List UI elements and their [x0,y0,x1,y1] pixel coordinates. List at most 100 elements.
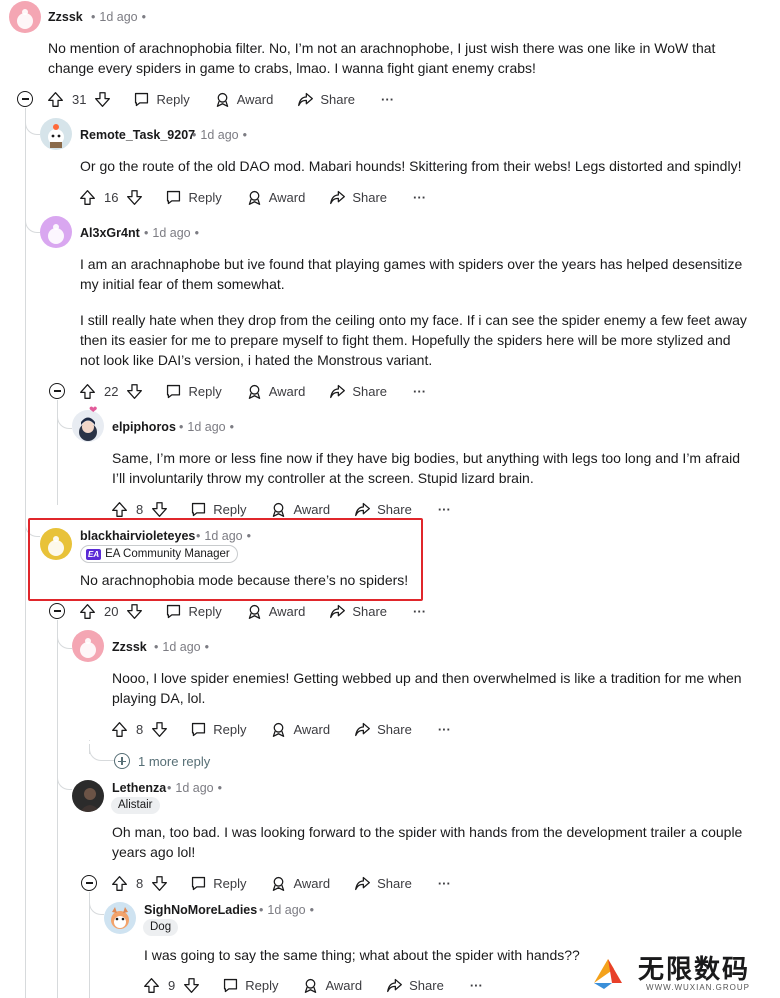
downvote-button[interactable] [126,603,143,620]
reply-icon [167,604,181,618]
avatar[interactable] [72,410,104,442]
timestamp: • 1d ago • [192,128,248,142]
downvote-button[interactable] [126,189,143,206]
username[interactable]: SighNoMoreLadies [144,903,257,917]
upvote-button[interactable] [111,501,128,518]
username[interactable]: Lethenza [112,781,166,795]
reply-icon [135,92,149,106]
comment-body: I am an arachnaphobe but ive found that … [80,256,747,368]
avatar[interactable] [104,902,136,934]
comment-actions: 8 Reply Award Share ··· [111,871,451,895]
avatar[interactable] [40,118,72,150]
award-button[interactable]: Award [302,977,362,994]
timestamp: • 1d ago • [167,781,223,795]
username[interactable]: elpiphoros [112,420,176,434]
downvote-icon [184,977,200,993]
award-icon [305,978,317,993]
more-options-button[interactable]: ··· [413,384,426,399]
share-button[interactable]: Share [329,383,387,400]
upvote-button[interactable] [143,977,160,994]
username[interactable]: blackhairvioleteyes [80,529,195,543]
upvote-button[interactable] [79,189,96,206]
vote-count: 8 [136,721,144,737]
reply-button[interactable]: Reply [222,977,278,994]
downvote-button[interactable] [183,977,200,994]
ea-logo-icon: EA [86,548,102,560]
downvote-icon [152,501,168,517]
username[interactable]: Al3xGr4nt [80,226,140,240]
upvote-icon [112,721,127,737]
username[interactable]: Zzssk [48,10,83,24]
share-button[interactable]: Share [329,603,387,620]
comment-body: Nooo, I love spider enemies! Getting web… [112,670,742,706]
award-button[interactable]: Award [270,721,330,738]
downvote-button[interactable] [126,383,143,400]
share-icon [387,978,403,992]
collapse-button[interactable] [81,875,97,891]
collapse-button[interactable] [49,383,65,399]
downvote-button[interactable] [151,721,168,738]
upvote-button[interactable] [111,721,128,738]
more-options-button[interactable]: ··· [413,604,426,619]
award-button[interactable]: Award [270,875,330,892]
upvote-button[interactable] [47,91,64,108]
award-button[interactable]: Award [246,189,305,206]
collapse-button[interactable] [17,91,33,107]
reply-button[interactable]: Reply [165,603,222,620]
more-replies-button[interactable]: 1 more reply [114,753,210,769]
share-button[interactable]: Share [329,189,387,206]
share-button[interactable]: Share [354,501,412,518]
award-button[interactable]: Award [246,603,305,620]
award-icon [248,604,260,619]
upvote-button[interactable] [79,603,96,620]
share-button[interactable]: Share [354,875,412,892]
avatar[interactable] [40,528,72,560]
downvote-button[interactable] [151,501,168,518]
share-button[interactable]: Share [354,721,412,738]
timestamp: • 1d ago • [179,420,235,434]
reply-icon [167,384,181,398]
more-options-button[interactable]: ··· [438,722,451,737]
more-options-button[interactable]: ··· [470,978,483,993]
award-button[interactable]: Award [214,91,273,108]
avatar[interactable] [9,1,41,33]
reply-button[interactable]: Reply [190,721,246,738]
share-button[interactable]: Share [297,91,355,108]
username[interactable]: Zzssk [112,640,147,654]
collapse-button[interactable] [49,603,65,619]
downvote-icon [127,189,143,205]
reply-button[interactable]: Reply [165,383,222,400]
upvote-button[interactable] [79,383,96,400]
downvote-button[interactable] [151,875,168,892]
share-icon [355,722,371,736]
award-button[interactable]: Award [246,383,305,400]
user-flair: Dog [143,919,179,936]
more-options-button[interactable]: ··· [438,876,451,891]
more-options-button[interactable]: ··· [438,502,451,517]
timestamp: • 1d ago • [196,529,252,543]
share-button[interactable]: Share [386,977,444,994]
reply-button[interactable]: Reply [133,91,190,108]
avatar[interactable] [40,216,72,248]
award-button[interactable]: Award [270,501,330,518]
comment-actions: 16 Reply Award Share ··· [79,185,426,209]
username[interactable]: Remote_Task_9207 [80,128,195,142]
reply-button[interactable]: Reply [165,189,222,206]
watermark-logo-icon [594,959,622,989]
comment-actions: 9 Reply Award Share ··· [143,973,483,997]
vote-count: 22 [104,383,119,399]
more-options-button[interactable]: ··· [413,190,426,205]
reply-button[interactable]: Reply [190,501,246,518]
comment-body: No mention of arachnophobia filter. No, … [48,40,716,76]
watermark: 无限数码 WWW.WUXIAN.GROUP [588,948,776,998]
avatar[interactable] [72,630,104,662]
more-options-button[interactable]: ··· [381,92,394,107]
downvote-button[interactable] [94,91,111,108]
vote-count: 8 [136,875,144,891]
reply-icon [224,978,238,992]
reply-button[interactable]: Reply [190,875,246,892]
upvote-icon [80,603,95,619]
upvote-button[interactable] [111,875,128,892]
reply-icon [192,722,206,736]
avatar[interactable] [72,780,104,812]
